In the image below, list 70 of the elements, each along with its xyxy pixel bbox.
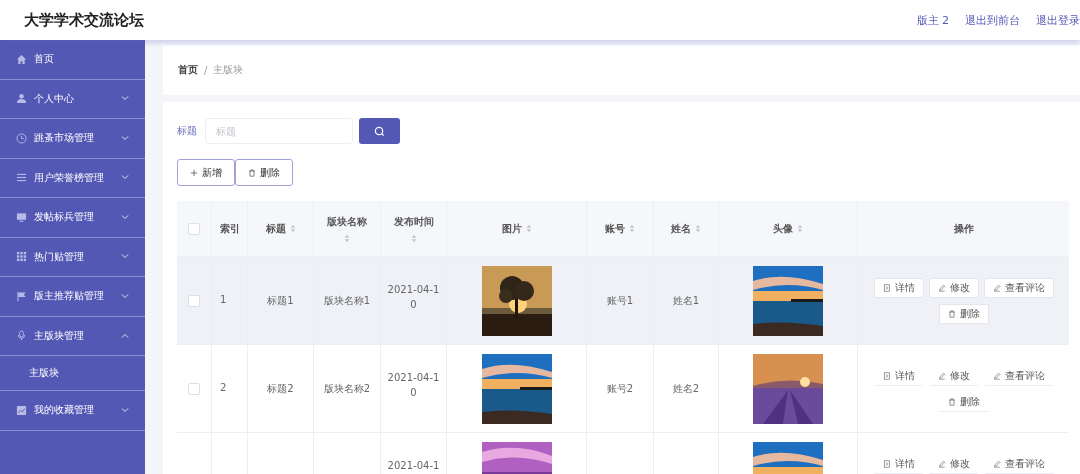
plus-icon — [190, 168, 198, 177]
add-button[interactable]: 新增 — [177, 159, 235, 186]
sort-icon — [410, 233, 417, 243]
column-header: 索引 — [220, 221, 240, 236]
clock-icon — [16, 132, 27, 144]
pencil-icon — [937, 460, 946, 468]
document-icon — [882, 372, 891, 380]
column-header[interactable]: 版块名称 — [327, 214, 367, 243]
column-header[interactable]: 头像 — [773, 221, 803, 236]
sort-icon — [289, 224, 296, 233]
document-icon — [882, 284, 891, 292]
header-link[interactable]: 版主 2 — [916, 12, 949, 28]
table-cell: 姓名1 — [672, 294, 700, 308]
sort-icon — [525, 224, 532, 233]
sort-icon — [629, 224, 635, 233]
flag-icon — [16, 290, 27, 302]
breadcrumb-item[interactable]: 首页 — [178, 63, 198, 77]
trash-icon — [947, 310, 956, 318]
pencil-icon — [992, 460, 1001, 468]
detail-button[interactable]: 详情 — [873, 278, 924, 298]
list-icon — [16, 172, 27, 184]
pencil-icon — [937, 284, 946, 292]
person-icon — [16, 93, 27, 105]
trash-icon — [947, 398, 956, 406]
document-icon — [882, 460, 891, 468]
breadcrumb-separator: / — [204, 64, 208, 76]
monitor-icon — [16, 211, 27, 223]
edit-button[interactable]: 修改 — [928, 278, 979, 298]
edit-button[interactable]: 查看评论 — [983, 278, 1054, 298]
table-cell-text: 2021-04-10 — [386, 371, 441, 400]
table-cell: 版块名称1 — [323, 294, 371, 308]
table-cell: 账号1 — [606, 294, 634, 308]
row-checkbox[interactable] — [188, 383, 200, 395]
column-header[interactable]: 账号 — [605, 221, 635, 236]
select-all-checkbox[interactable] — [188, 222, 200, 235]
microphone-icon — [16, 330, 27, 342]
site-title: 大学学术交流论坛 — [24, 10, 144, 30]
column-header[interactable]: 标题 — [265, 221, 296, 236]
table-cell: 账号2 — [606, 382, 634, 396]
table-cell: 2 — [220, 382, 227, 393]
header-link[interactable]: 退出到前台 — [965, 12, 1020, 28]
search-button[interactable] — [359, 118, 400, 144]
trash-icon — [248, 168, 256, 177]
header-link[interactable]: 退出登录 — [1036, 12, 1080, 28]
chart-icon — [16, 404, 27, 416]
table-cell: 姓名2 — [672, 382, 700, 396]
pencil-icon — [992, 372, 1001, 380]
table-cell: 版块名称2 — [323, 382, 371, 396]
column-header: 操作 — [953, 221, 974, 236]
table-cell-text: 2021-04-1 — [386, 459, 441, 473]
sort-icon — [695, 224, 701, 233]
row-checkbox[interactable] — [188, 295, 200, 307]
grid-icon — [16, 251, 27, 263]
delete-button[interactable]: 删除 — [235, 159, 293, 186]
column-header[interactable]: 发布时间 — [393, 214, 434, 243]
table-cell: 标题2 — [267, 382, 294, 396]
delete-button[interactable]: 删除 — [938, 304, 989, 324]
column-header[interactable]: 姓名 — [671, 221, 701, 236]
search-icon — [374, 125, 385, 137]
table-cell: 1 — [220, 294, 227, 305]
pencil-icon — [992, 284, 1001, 292]
home-icon — [16, 53, 27, 65]
search-label: 标题 — [177, 124, 197, 138]
column-header[interactable]: 图片 — [501, 221, 532, 236]
breadcrumb-item: 主版块 — [213, 63, 244, 77]
pencil-icon — [937, 372, 946, 380]
table-cell-text: 2021-04-10 — [386, 283, 441, 312]
sort-icon — [344, 233, 350, 243]
sort-icon — [797, 224, 803, 233]
table-cell: 标题1 — [267, 294, 294, 308]
